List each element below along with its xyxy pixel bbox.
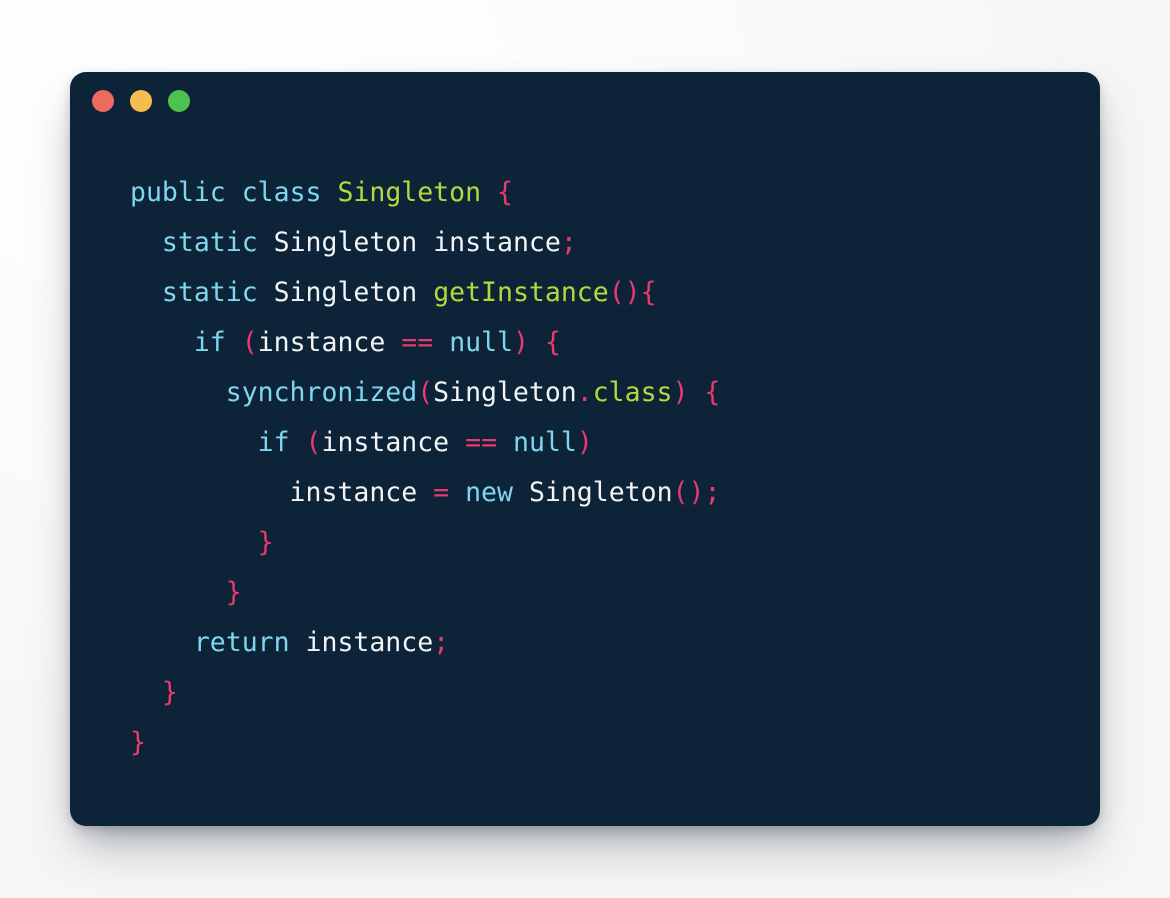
- code-token-punctuation: (: [241, 327, 258, 358]
- close-button[interactable]: [92, 90, 114, 112]
- code-token-punctuation: ();: [672, 477, 721, 508]
- code-token-plain: instance: [257, 327, 386, 358]
- code-token-plain: Singleton: [528, 477, 673, 508]
- code-token-plain: Singleton: [273, 227, 418, 258]
- code-token-punctuation: {: [497, 177, 513, 208]
- code-token-punctuation: {: [704, 377, 721, 408]
- code-token-plain: Singleton: [273, 277, 418, 308]
- code-window: public class Singleton { static Singleto…: [70, 72, 1100, 826]
- code-token-operator: ==: [401, 327, 434, 358]
- code-line: }: [130, 727, 146, 758]
- code-line: synchronized(Singleton.class) {: [130, 377, 721, 408]
- code-token-punctuation: }: [257, 527, 274, 558]
- code-token-punctuation: (: [417, 377, 434, 408]
- code-token-punctuation: ): [513, 327, 529, 358]
- code-token-punctuation: }: [161, 677, 178, 708]
- code-token-keyword: public: [130, 177, 226, 208]
- code-token-keyword: static: [161, 227, 258, 258]
- code-token-keyword: static: [161, 277, 258, 308]
- code-token-plain: instance: [433, 227, 561, 258]
- code-token-punctuation: (: [305, 427, 322, 458]
- code-token-punctuation: }: [225, 577, 242, 608]
- code-token-keyword: if: [193, 327, 226, 358]
- minimize-button[interactable]: [130, 90, 152, 112]
- code-block[interactable]: public class Singleton { static Singleto…: [130, 168, 1100, 768]
- code-line: static Singleton instance;: [130, 227, 577, 258]
- code-token-punctuation: (){: [608, 277, 657, 308]
- code-token-keyword: return: [193, 627, 290, 658]
- code-token-operator: =: [433, 477, 450, 508]
- code-token-keyword: null: [513, 427, 577, 458]
- code-token-punctuation: ): [672, 377, 689, 408]
- code-token-plain: Singleton: [433, 377, 577, 408]
- code-line: if (instance == null) {: [130, 327, 561, 358]
- code-token-punctuation: }: [130, 727, 146, 758]
- code-line: instance = new Singleton();: [130, 477, 721, 508]
- code-token-plain: instance: [305, 627, 434, 658]
- code-token-type: Singleton: [337, 177, 482, 208]
- code-line: }: [130, 527, 274, 558]
- code-token-keyword: class: [241, 177, 322, 208]
- code-token-plain: instance: [289, 477, 418, 508]
- code-token-plain: instance: [321, 427, 450, 458]
- code-line: }: [130, 577, 242, 608]
- code-token-operator: ==: [465, 427, 498, 458]
- code-token-type: class: [592, 377, 673, 408]
- code-token-punctuation: ;: [433, 627, 450, 658]
- code-token-punctuation: ): [576, 427, 593, 458]
- code-token-keyword: null: [449, 327, 514, 358]
- code-token-punctuation: ;: [560, 227, 577, 258]
- code-token-keyword: synchronized: [225, 377, 418, 408]
- code-line: return instance;: [130, 627, 449, 658]
- code-token-keyword: if: [257, 427, 290, 458]
- maximize-button[interactable]: [168, 90, 190, 112]
- code-line: }: [130, 677, 178, 708]
- window-titlebar: [70, 72, 1100, 130]
- code-token-keyword: new: [465, 477, 513, 508]
- code-token-punctuation: {: [544, 327, 561, 358]
- code-line: if (instance == null): [130, 427, 593, 458]
- code-token-punctuation: .: [576, 377, 593, 408]
- code-line: public class Singleton {: [130, 177, 513, 208]
- code-editor-area[interactable]: public class Singleton { static Singleto…: [70, 130, 1100, 826]
- code-token-function: getInstance: [433, 277, 609, 308]
- code-line: static Singleton getInstance(){: [130, 277, 657, 308]
